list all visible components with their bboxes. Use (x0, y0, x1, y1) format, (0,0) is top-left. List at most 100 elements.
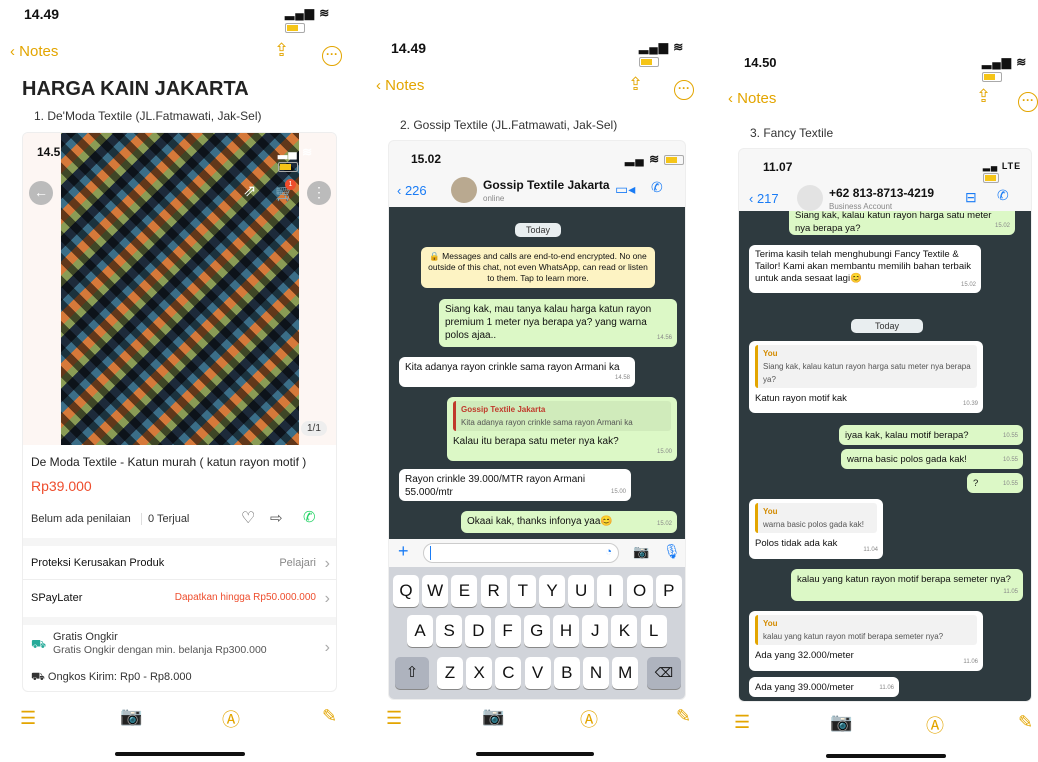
key-t[interactable]: T (509, 575, 536, 607)
camera-icon[interactable]: 📷 (830, 712, 852, 733)
key-m[interactable]: M (612, 657, 639, 689)
back-arrow-icon[interactable]: ← (29, 181, 53, 205)
camera-icon[interactable]: 📷 (120, 706, 142, 727)
message-bubble[interactable]: ? 10.55 (967, 473, 1023, 493)
key-h[interactable]: H (553, 615, 579, 647)
key-z[interactable]: Z (437, 657, 463, 689)
spaylater-row[interactable]: SPayLater Dapatkan hingga Rp50.000.000 › (23, 581, 336, 615)
compose-icon[interactable]: ✎ (1018, 712, 1033, 733)
compose-icon[interactable]: ✎ (322, 706, 337, 727)
phone-icon[interactable]: ✆ (651, 179, 663, 196)
more-icon[interactable]: ··· (1018, 88, 1038, 112)
contact-name[interactable]: Gossip Textile Jakarta (483, 178, 610, 192)
key-k[interactable]: K (611, 615, 638, 647)
key-f[interactable]: F (494, 615, 521, 647)
key-i[interactable]: I (597, 575, 624, 607)
key-l[interactable]: L (640, 615, 667, 647)
status-time: 14.49 (24, 6, 60, 22)
notes-back-button[interactable]: ‹ Notes (10, 43, 58, 60)
reply-bubble[interactable]: You warna basic polos gada kak! Polos tid… (749, 499, 883, 559)
chat-back-button[interactable]: ‹ 226 (397, 183, 427, 198)
add-call-icon[interactable]: ✆ (997, 187, 1009, 204)
more-icon[interactable]: ··· (322, 42, 342, 66)
key-v[interactable]: V (524, 657, 551, 689)
key-j[interactable]: J (582, 615, 609, 647)
share-icon[interactable]: ⇪ (976, 86, 991, 107)
key-c[interactable]: C (495, 657, 522, 689)
key-s[interactable]: S (436, 615, 463, 647)
key-r[interactable]: R (480, 575, 507, 607)
key-u[interactable]: U (568, 575, 595, 607)
key-x[interactable]: X (466, 657, 493, 689)
more-vert-icon[interactable]: ⋮ (307, 181, 331, 205)
forward-icon[interactable]: ⇨ (270, 509, 283, 527)
compose-icon[interactable]: ✎ (676, 706, 691, 727)
notes-back-button[interactable]: ‹ Notes (728, 90, 776, 107)
message-bubble[interactable]: warna basic polos gada kak! 10.55 (841, 449, 1023, 469)
avatar[interactable] (797, 185, 823, 211)
share-arrow-icon[interactable]: ⇗ (243, 181, 256, 201)
checklist-icon[interactable]: ☰ (386, 708, 402, 729)
quoted-text: Siang kak, kalau katun rayon harga satu … (763, 362, 971, 384)
checklist-icon[interactable]: ☰ (734, 712, 750, 733)
notes-back-button[interactable]: ‹ Notes (376, 77, 424, 94)
message-time: 15.02 (656, 521, 672, 527)
avatar[interactable] (451, 177, 477, 203)
markup-icon[interactable]: Ⓐ (580, 706, 598, 732)
key-q[interactable]: Q (393, 575, 419, 607)
key-y[interactable]: Y (539, 575, 565, 607)
key-a[interactable]: A (407, 615, 433, 647)
message-bubble[interactable]: Siang kak, mau tanya kalau harga katun r… (439, 299, 677, 347)
key-e[interactable]: E (451, 575, 478, 607)
key-n[interactable]: N (583, 657, 609, 689)
protection-row[interactable]: Proteksi Kerusakan Produk Pelajari › (23, 546, 336, 580)
camera-icon[interactable]: 📷 (482, 706, 504, 727)
message-time: 15.02 (960, 282, 976, 288)
share-icon[interactable]: ⇪ (274, 40, 289, 61)
message-bubble[interactable]: kalau yang katun rayon motif berapa seme… (791, 569, 1023, 601)
video-call-icon[interactable]: ▭◂ (615, 181, 635, 198)
message-bubble[interactable]: Okaai kak, thanks infonya yaa😊 15.02 (461, 511, 677, 533)
reply-bubble[interactable]: You Siang kak, kalau katun rayon harga sa… (749, 341, 983, 413)
shipping-row[interactable]: ⛟ Gratis Ongkir Gratis Ongkir dengan min… (23, 625, 336, 665)
key-o[interactable]: O (626, 575, 653, 607)
backspace-key[interactable]: ⌫ (647, 657, 681, 689)
note-title: HARGA KAIN JAKARTA (22, 78, 249, 100)
mic-icon[interactable]: 🎙 (663, 543, 681, 560)
heart-icon[interactable]: ♡ (241, 508, 255, 528)
contact-name[interactable]: +62 813-8713-4219 (829, 186, 934, 200)
plus-icon[interactable]: + (398, 541, 409, 562)
markup-icon[interactable]: Ⓐ (926, 712, 944, 738)
message-time: 15.00 (610, 489, 626, 495)
reply-bubble[interactable]: You kalau yang katun rayon motif berapa s… (749, 611, 983, 671)
store-icon[interactable]: ⊟ (965, 189, 977, 206)
message-bubble[interactable]: Kita adanya rayon crinkle sama rayon Arm… (399, 357, 635, 387)
key-d[interactable]: D (465, 615, 492, 647)
whatsapp-icon[interactable]: ✆ (303, 508, 316, 526)
key-w[interactable]: W (422, 575, 449, 607)
message-bubble[interactable]: Siang kak, kalau katun rayon harga satu … (789, 211, 1015, 235)
shipping-cost: ⛟ Ongkos Kirim: Rp0 - Rp8.000 (31, 671, 192, 683)
sticker-icon[interactable]: ◔ (605, 546, 612, 558)
shift-key[interactable]: ⇧ (395, 657, 429, 689)
key-g[interactable]: G (523, 615, 550, 647)
reply-bubble[interactable]: Gossip Textile Jakarta Kita adanya rayon … (447, 397, 677, 461)
message-input[interactable]: ◔ (423, 543, 619, 563)
message-bubble[interactable]: Terima kasih telah menghubungi Fancy Tex… (749, 245, 981, 293)
key-b[interactable]: B (553, 657, 580, 689)
camera-icon[interactable]: 📷 (633, 544, 649, 560)
quoted-message: You kalau yang katun rayon motif berapa s… (755, 615, 977, 645)
checklist-icon[interactable]: ☰ (20, 708, 36, 729)
whatsapp-screenshot: 15.02 ▂▄ ≋ ‹ 226 Gossip Textile Jakarta … (388, 140, 686, 700)
more-icon[interactable]: ··· (674, 76, 694, 100)
product-image[interactable] (61, 133, 299, 445)
cart-icon[interactable]: 🛒 1 (275, 179, 296, 203)
truck-icon: ⛟ (31, 637, 47, 651)
message-bubble[interactable]: iyaa kak, kalau motif berapa? 10.55 (839, 425, 1023, 445)
share-icon[interactable]: ⇪ (628, 74, 643, 95)
chat-back-button[interactable]: ‹ 217 (749, 191, 779, 206)
message-bubble[interactable]: Rayon crinkle 39.000/MTR rayon Armani 55… (399, 469, 631, 501)
markup-icon[interactable]: Ⓐ (222, 706, 240, 732)
message-bubble[interactable]: Ada yang 39.000/meter 11.06 (749, 677, 899, 697)
key-p[interactable]: P (655, 575, 682, 607)
